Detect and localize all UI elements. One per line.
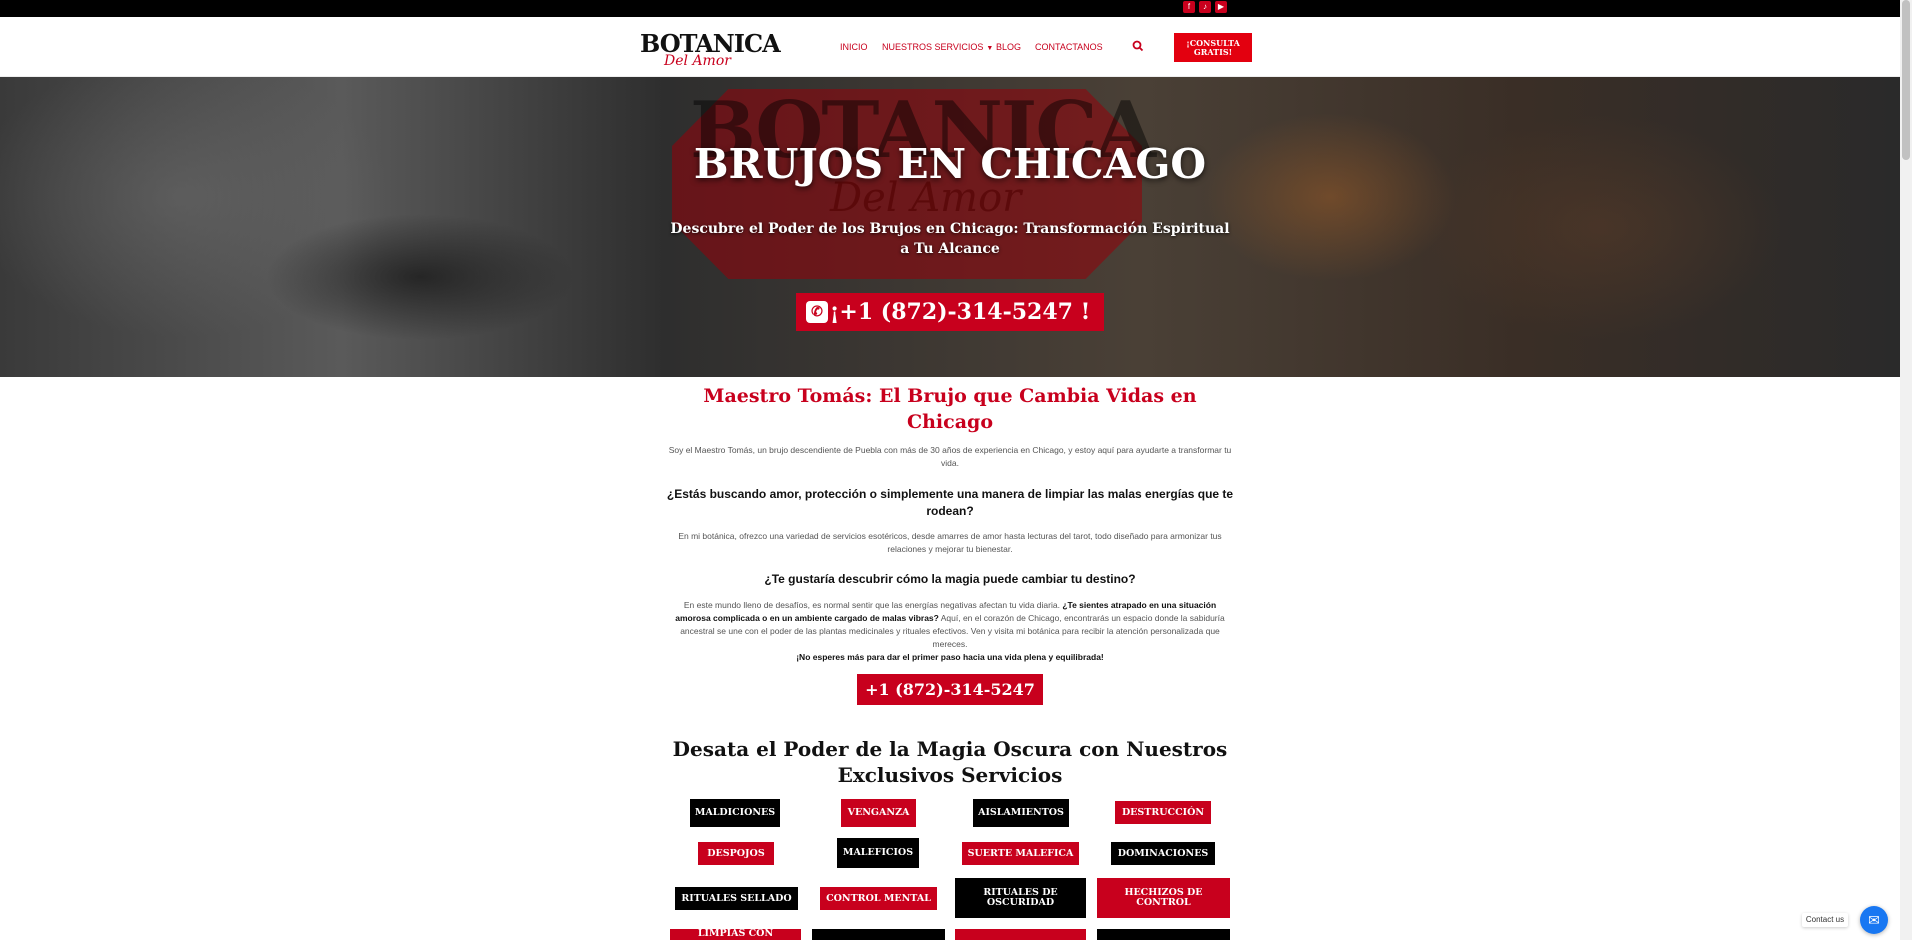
intro-paragraph-2: En mi botánica, ofrezco una variedad de … [678,531,1222,554]
hero-banner: BOTANICA Del Amor BRUJOS EN CHICAGO Desc… [0,77,1900,377]
para3-final: ¡No esperes más para dar el primer paso … [796,652,1104,662]
intro-paragraph-3: En este mundo lleno de desafíos, es norm… [666,599,1234,664]
contact-us-label[interactable]: Contact us [1802,913,1848,927]
intro-question-2: ¿Te gustaría descubrir cómo la magia pue… [764,572,1136,586]
service-button[interactable]: DESPOJOS [698,842,774,865]
consulta-gratis-button[interactable]: ¡CONSULTA GRATIS! [1174,33,1252,62]
service-button[interactable]: RITUALES SELLADO [675,887,798,910]
service-button[interactable]: DOMINACIONES [1111,842,1215,865]
service-button[interactable]: LIMPIAS CON [670,929,801,940]
service-button[interactable]: SUERTE MALEFICA [962,842,1079,865]
facebook-icon[interactable]: f [1183,1,1195,13]
nav-item-blog[interactable]: BLOG [996,42,1021,52]
hero-subtitle: Descubre el Poder de los Brujos en Chica… [670,221,1230,257]
service-button[interactable] [1097,929,1230,940]
page-scrollbar[interactable] [1900,0,1912,940]
site-logo[interactable]: BOTANICA Del Amor [640,29,781,71]
service-button[interactable]: HECHIZOS DE CONTROL [1097,878,1230,918]
nav-item-label: NUESTROS SERVICIOS [882,42,984,52]
service-button[interactable]: DESTRUCCIÓN [1115,801,1211,824]
intro-phone-button[interactable]: +1 (872)-314-5247 [857,674,1043,705]
hero-phone-button[interactable]: ✆ ¡+1 (872)-314-5247 ! [796,293,1104,331]
service-button[interactable]: MALEFICIOS [837,838,919,868]
main-content: Maestro Tomás: El Brujo que Cambia Vidas… [0,377,1900,940]
service-button[interactable]: VENGANZA [841,799,916,827]
hero-phone-label: ¡+1 (872)-314-5247 ! [829,299,1091,325]
service-button[interactable]: RITUALES DE OSCURIDAD [955,878,1086,918]
hero-title: BRUJOS EN CHICAGO [693,140,1207,188]
service-button[interactable]: CONTROL MENTAL [820,887,937,910]
service-button[interactable] [812,929,945,940]
service-button[interactable] [955,929,1086,940]
scrollbar-thumb[interactable] [1902,0,1910,160]
nav-item-inicio[interactable]: INICIO [840,42,868,52]
nav-item-contactanos[interactable]: CONTACTANOS [1035,42,1103,52]
services-title: Desata el Poder de la Magia Oscura con N… [672,737,1228,787]
para3-start: En este mundo lleno de desafíos, es norm… [683,600,1063,610]
intro-title: Maestro Tomás: El Brujo que Cambia Vidas… [703,385,1197,433]
nav-item-nuestros-servicios[interactable]: NUESTROS SERVICIOS ▼ [882,42,993,52]
search-icon[interactable] [1131,39,1145,53]
youtube-icon[interactable]: ▶ [1215,1,1227,13]
intro-paragraph-1: Soy el Maestro Tomás, un brujo descendie… [668,445,1232,468]
service-button[interactable]: MALDICIONES [690,799,780,827]
messenger-icon[interactable]: ✉ [1860,906,1888,934]
site-header: BOTANICA Del Amor INICIO NUESTROS SERVIC… [0,17,1900,77]
phone-icon: ✆ [806,301,828,323]
logo-sub-text: Del Amor [664,53,731,69]
tiktok-icon[interactable]: ♪ [1199,1,1211,13]
caret-down-icon: ▼ [986,45,994,52]
intro-question-1: ¿Estás buscando amor, protección o simpl… [666,487,1234,518]
service-button[interactable]: AISLAMIENTOS [973,799,1069,827]
top-bar: f ♪ ▶ [0,0,1900,17]
